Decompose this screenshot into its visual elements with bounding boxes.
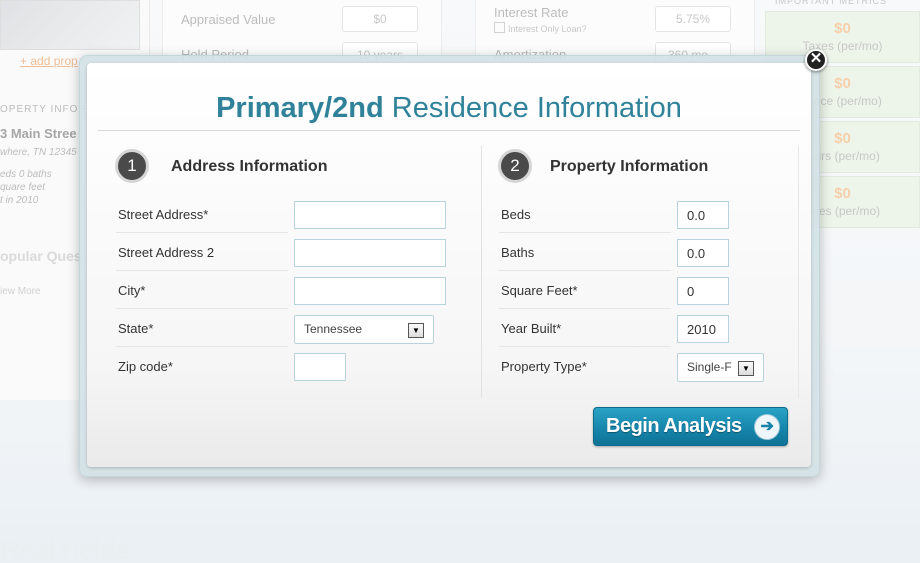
title-divider	[98, 130, 800, 131]
row-divider	[116, 232, 288, 233]
row-divider	[499, 270, 671, 271]
address-section-heading: Address Information	[171, 158, 328, 175]
row-divider	[116, 270, 288, 271]
chevron-down-icon[interactable]: ▼	[408, 323, 424, 338]
column-divider	[481, 146, 482, 398]
street-address-input[interactable]	[294, 201, 446, 229]
city-label: City*	[118, 283, 146, 298]
baths-label: Baths	[501, 245, 535, 260]
zip-code-label: Zip code*	[118, 359, 173, 374]
row-divider	[499, 232, 671, 233]
zip-code-input[interactable]	[294, 353, 346, 381]
modal-title: Primary/2nd Residence Information	[0, 92, 898, 125]
row-divider	[499, 308, 671, 309]
year-built-label: Year Built*	[501, 321, 562, 336]
property-type-selected-value: Single-F	[687, 360, 732, 374]
close-icon[interactable]: ✕	[805, 49, 827, 71]
property-type-select[interactable]: Single-F ▼	[677, 353, 764, 382]
column-divider-right	[798, 146, 799, 398]
square-feet-label: Square Feet*	[501, 283, 578, 298]
modal-title-rest: Residence Information	[383, 92, 682, 124]
modal-title-bold: Primary/2nd	[216, 92, 384, 124]
street-address-2-input[interactable]	[294, 239, 446, 267]
begin-analysis-button[interactable]: Begin Analysis ➔	[593, 407, 788, 446]
chevron-down-icon[interactable]: ▼	[738, 361, 754, 376]
year-built-input[interactable]	[677, 315, 729, 343]
step-1-badge: 1	[115, 149, 149, 183]
row-divider	[116, 308, 288, 309]
state-select[interactable]: Tennessee ▼	[294, 315, 434, 344]
state-selected-value: Tennessee	[304, 322, 363, 336]
city-input[interactable]	[294, 277, 446, 305]
property-type-label: Property Type*	[501, 359, 587, 374]
state-label: State*	[118, 321, 154, 336]
arrow-right-icon: ➔	[754, 414, 780, 440]
beds-label: Beds	[501, 207, 531, 222]
street-address-label: Street Address*	[118, 207, 209, 222]
baths-input[interactable]	[677, 239, 729, 267]
square-feet-input[interactable]	[677, 277, 729, 305]
street-address-2-label: Street Address 2	[118, 245, 215, 260]
row-divider	[116, 346, 288, 347]
beds-input[interactable]	[677, 201, 729, 229]
begin-analysis-label: Begin Analysis	[606, 415, 742, 437]
step-2-badge: 2	[498, 149, 532, 183]
property-section-heading: Property Information	[550, 158, 709, 175]
row-divider	[499, 346, 671, 347]
